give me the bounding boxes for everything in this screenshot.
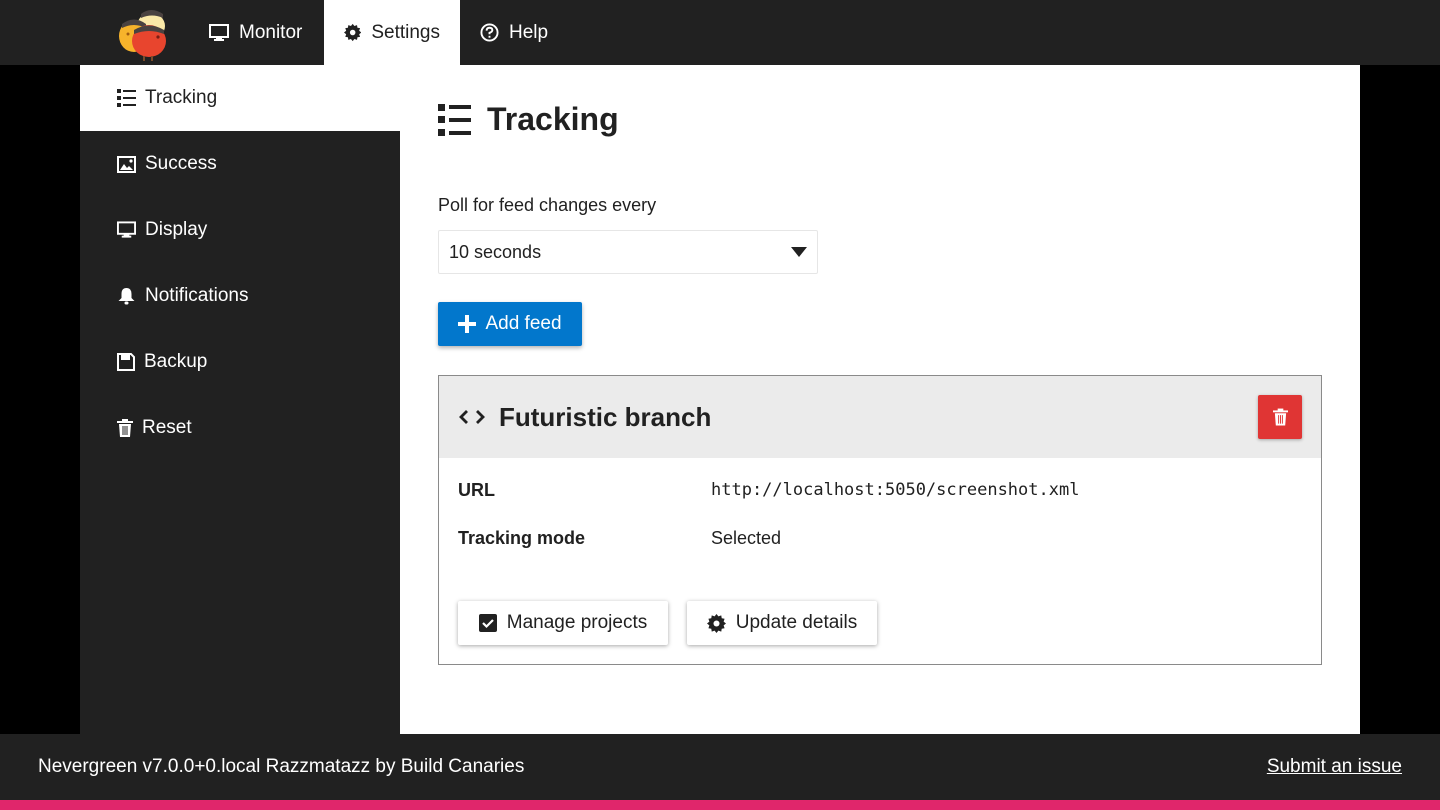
manage-projects-label: Manage projects — [506, 612, 648, 633]
poll-interval-select[interactable]: 10 seconds — [438, 230, 818, 274]
add-feed-label: Add feed — [485, 313, 562, 334]
delete-feed-button[interactable] — [1258, 395, 1302, 439]
add-feed-button[interactable]: Add feed — [438, 302, 582, 346]
manage-projects-button[interactable]: Manage projects — [458, 601, 668, 645]
sidebar-item-tracking[interactable]: Tracking — [80, 65, 400, 131]
poll-interval-value: 10 seconds — [449, 241, 542, 262]
trash-icon — [117, 419, 133, 437]
help-icon — [480, 23, 499, 42]
sidebar-item-label: Notifications — [145, 285, 249, 306]
submit-issue-link[interactable]: Submit an issue — [1267, 756, 1402, 778]
image-icon — [117, 155, 136, 173]
tab-help[interactable]: Help — [460, 0, 570, 65]
url-value: http://localhost:5050/screenshot.xml — [711, 480, 1080, 500]
code-icon — [459, 410, 485, 424]
tab-monitor-label: Monitor — [239, 21, 303, 43]
sidebar-item-label: Display — [145, 219, 208, 240]
gear-icon — [706, 613, 726, 633]
list-icon — [438, 103, 471, 136]
caret-down-icon — [791, 247, 807, 257]
page-title: Tracking — [438, 101, 619, 138]
plus-icon — [458, 315, 477, 333]
floppy-icon — [117, 353, 135, 371]
settings-sidebar: Tracking Success Display Notifications B… — [80, 65, 400, 734]
monitor-icon — [209, 23, 229, 41]
tab-help-label: Help — [509, 21, 549, 43]
sidebar-item-label: Tracking — [145, 87, 218, 108]
top-nav: Monitor Settings Help — [0, 0, 1440, 65]
sidebar-item-label: Reset — [142, 417, 192, 438]
sidebar-item-reset[interactable]: Reset — [80, 395, 400, 461]
feed-title: Futuristic branch — [499, 401, 712, 432]
page-title-text: Tracking — [487, 101, 619, 137]
monitor-icon — [117, 221, 136, 238]
list-icon — [117, 89, 136, 107]
update-details-label: Update details — [735, 612, 858, 633]
sidebar-item-backup[interactable]: Backup — [80, 329, 400, 395]
sidebar-item-label: Success — [145, 153, 217, 174]
tab-settings[interactable]: Settings — [324, 0, 460, 65]
trash-icon — [1272, 408, 1288, 426]
footer: Nevergreen v7.0.0+0.local Razzmatazz by … — [0, 734, 1440, 800]
version-text: Nevergreen v7.0.0+0.local Razzmatazz by … — [38, 756, 525, 777]
sidebar-item-success[interactable]: Success — [80, 131, 400, 197]
tracking-mode-label: Tracking mode — [458, 528, 586, 548]
gear-icon — [344, 23, 362, 42]
tab-monitor[interactable]: Monitor — [189, 0, 324, 65]
accent-bar — [0, 800, 1440, 810]
sidebar-item-label: Backup — [144, 351, 208, 372]
app-logo[interactable] — [116, 4, 176, 62]
poll-label: Poll for feed changes every — [438, 195, 657, 215]
checkbox-icon — [478, 614, 497, 632]
feed-card: Futuristic branch URL http://localhost:5… — [438, 375, 1322, 665]
update-details-button[interactable]: Update details — [687, 601, 877, 645]
sidebar-item-notifications[interactable]: Notifications — [80, 263, 400, 329]
url-label: URL — [458, 480, 495, 500]
tab-settings-label: Settings — [371, 21, 440, 43]
feed-header: Futuristic branch — [439, 376, 1321, 458]
bell-icon — [118, 288, 135, 305]
sidebar-item-display[interactable]: Display — [80, 197, 400, 263]
tracking-mode-value: Selected — [711, 528, 782, 548]
settings-content: Tracking Poll for feed changes every 10 … — [400, 65, 1360, 734]
